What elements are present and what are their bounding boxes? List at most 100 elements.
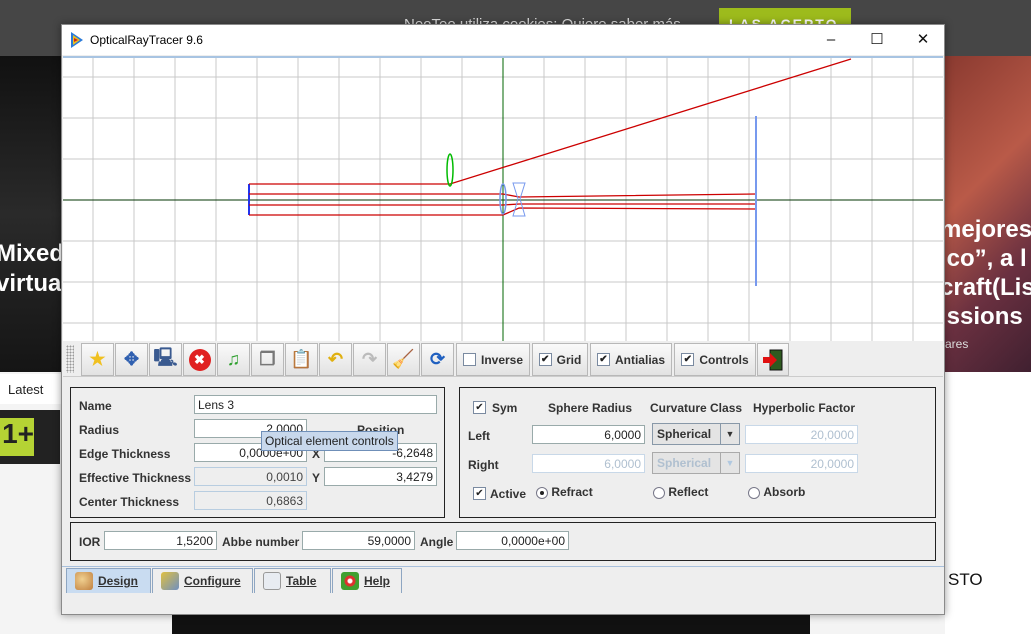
background-right-content [945,372,1031,634]
palette-icon [75,572,93,590]
inverse-checkbox[interactable] [462,353,476,366]
table-icon [263,572,281,590]
abbe-label: Abbe number [222,535,300,549]
undo-button[interactable]: ↶ [319,343,352,376]
computer-delete-icon: 🖳 [153,346,178,367]
toggle-grid[interactable]: ✔ Grid [532,343,588,376]
exit-button[interactable] [757,343,789,376]
delete-network-button[interactable]: 🖳 [149,343,182,376]
sym-checkbox[interactable]: ✔ [473,401,486,414]
antialias-checkbox[interactable]: ✔ [596,353,610,366]
sphere-radius-header: Sphere Radius [548,401,633,415]
radio-label: Refract [551,485,593,499]
y-position-input[interactable]: 3,4279 [324,467,437,486]
media-button[interactable]: ♫ [217,343,250,376]
red-x-icon: ✖ [188,348,211,371]
select-value: Spherical [657,427,712,441]
name-input[interactable]: Lens 3 [194,395,437,414]
chevron-down-icon: ▼ [720,453,739,473]
tab-configure[interactable]: Configure [152,568,253,593]
clear-button[interactable]: 🧹 [387,343,420,376]
effective-thickness-label: Effective Thickness [79,471,192,485]
toolbar: ★ ✥ 🖳 ✖ ♫ ❐ 📋 ↶ ↷ 🧹 ⟳ Inverse ✔ Grid ✔ Antialias ✔ Co… [63,341,943,377]
ior-input[interactable]: 1,5200 [104,531,217,550]
effective-thickness-value: 0,0010 [194,467,307,486]
refresh-icon: ⟳ [429,349,446,369]
toolbar-grip[interactable] [66,345,74,373]
undo-icon: ↶ [327,349,344,369]
curvature-class-header: Curvature Class [650,401,743,415]
active-checkbox[interactable]: ✔ [473,487,486,500]
tab-divider [62,566,944,567]
radio-absorb[interactable]: Absorb [748,485,805,499]
move-button[interactable]: ✥ [115,343,148,376]
radio-refract[interactable]: Refract [536,485,593,499]
optical-bench-canvas[interactable] [63,56,943,341]
tab-label: Configure [184,574,241,588]
surface-properties-panel: ✔ Sym Sphere Radius Curvature Class Hype… [459,387,936,518]
bg-headline-line: issions [940,303,1023,330]
ray-diagram[interactable] [63,58,943,341]
grid-checkbox[interactable]: ✔ [538,353,552,366]
hyperbolic-factor-header: Hyperbolic Factor [753,401,856,415]
left-hyperbolic-input: 20,0000 [745,425,858,444]
controls-checkbox[interactable]: ✔ [681,353,695,366]
toggle-controls[interactable]: ✔ Controls [674,343,756,376]
bg-headline-line: ico”, a l [940,245,1027,272]
close-button[interactable]: ✕ [900,25,946,55]
bg-byline: ares [945,337,969,351]
bg-headline-line: mejores [940,216,1031,243]
edge-thickness-label: Edge Thickness [79,447,171,461]
material-panel: IOR 1,5200 Abbe number 59,0000 Angle 0,0… [70,522,936,561]
radio-button[interactable] [653,486,665,499]
delete-button[interactable]: ✖ [183,343,216,376]
tooltip: Optical element controls [261,431,398,451]
ior-label: IOR [79,535,101,549]
film-music-icon: ♫ [226,349,241,369]
right-radius-input: 6,0000 [532,454,645,473]
new-element-button[interactable]: ★ [81,343,114,376]
radio-button[interactable] [748,486,760,499]
tab-help[interactable]: Help [332,568,402,593]
toggle-label: Antialias [614,352,665,367]
maximize-button[interactable]: ☐ [854,25,900,55]
right-curvature-select: Spherical ▼ [652,452,740,474]
toggle-antialias[interactable]: ✔ Antialias [590,343,672,376]
copy-icon: ❐ [259,349,276,369]
copy-button[interactable]: ❐ [251,343,284,376]
exit-door-icon [763,349,783,370]
abbe-input[interactable]: 59,0000 [302,531,415,550]
left-curvature-select[interactable]: Spherical ▼ [652,423,740,445]
minimize-button[interactable]: – [808,25,854,55]
tab-design[interactable]: Design [66,568,151,593]
app-logo-icon [71,32,83,48]
background-left-image [0,56,61,372]
toggle-label: Grid [556,352,582,367]
bg-headline-line: craft(Lis [940,274,1031,301]
left-radius-input[interactable]: 6,0000 [532,425,645,444]
latest-label[interactable]: Latest [8,382,43,397]
chevron-down-icon[interactable]: ▼ [720,424,739,444]
window-title: OpticalRayTracer 9.6 [90,33,203,47]
left-label: Left [468,429,490,443]
toggle-inverse[interactable]: Inverse [456,343,530,376]
app-window: OpticalRayTracer 9.6 – ☐ ✕ ★ ✥ 🖳 ✖ ♫ ❐ 📋 ↶ ↷ 🧹 ⟳ I… [61,24,945,615]
tab-label: Table [286,574,317,588]
angle-label: Angle [420,535,454,549]
title-bar[interactable]: OpticalRayTracer 9.6 – ☐ ✕ [62,25,944,55]
tab-table[interactable]: Table [254,568,331,593]
y-label: Y [312,471,321,485]
toggle-label: Inverse [480,352,524,367]
refresh-button[interactable]: ⟳ [421,343,454,376]
name-label: Name [79,399,112,413]
bg-section-title: STO [948,570,983,589]
paste-button[interactable]: 📋 [285,343,318,376]
toggle-label: Controls [699,352,749,367]
angle-input[interactable]: 0,0000e+00 [456,531,569,550]
radio-reflect[interactable]: Reflect [653,485,708,499]
tools-icon [161,572,179,590]
right-label: Right [468,458,499,472]
radio-button[interactable] [536,486,548,499]
clipboard-icon: 📋 [290,349,313,369]
broom-icon: 🧹 [392,349,415,369]
